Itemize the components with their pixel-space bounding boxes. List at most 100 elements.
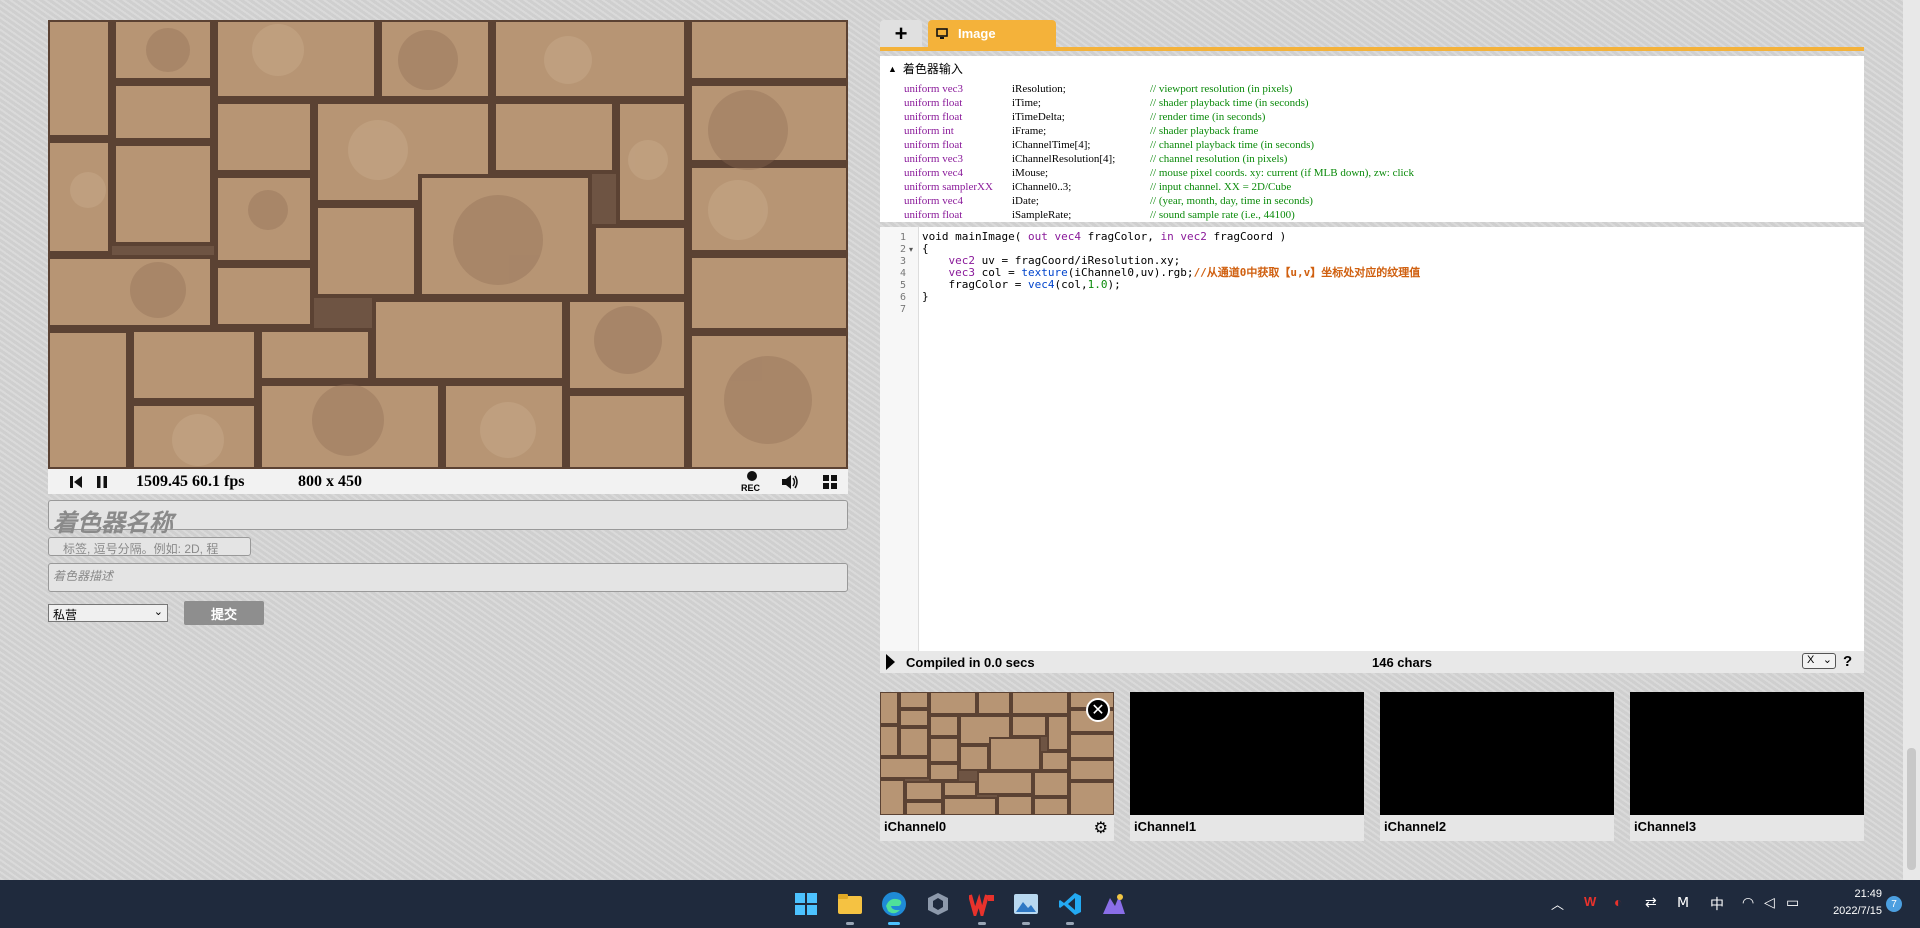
submit-button[interactable]: 提交: [184, 601, 264, 625]
uniform-row: uniform vec3 iChannelResolution[4]; // cha…: [904, 152, 1414, 166]
privacy-value: 私营: [53, 608, 78, 622]
windows-taskbar: ︿ W ◐ ⇄ Ⅿ 中 ◠ ◁ ▭ 21:49 2022/7/15 7: [0, 880, 1920, 928]
code-line: fragColor = vec4(col,1.0);: [948, 278, 1121, 291]
channel-0-thumbnail[interactable]: ✕: [880, 692, 1114, 815]
record-button[interactable]: REC: [740, 469, 764, 494]
line-number: 3: [899, 256, 906, 267]
uniform-type: uniform float: [904, 139, 963, 151]
channel-3[interactable]: iChannel3: [1630, 692, 1864, 841]
shader-name-input[interactable]: 着色器名称: [48, 500, 848, 537]
volume-button[interactable]: [778, 469, 802, 494]
shader-inputs-panel: ▲ 着色器输入 uniform vec3 iResolution; // viewp…: [880, 56, 1864, 222]
taskbar-app-paint[interactable]: [1098, 888, 1130, 920]
fold-arrow-icon[interactable]: ▾: [909, 245, 913, 254]
uniform-comment: // input channel. XX = 2D/Cube: [1150, 181, 1292, 193]
pause-button[interactable]: [92, 469, 112, 494]
battery-icon[interactable]: ▭: [1786, 894, 1799, 911]
wifi-icon[interactable]: ◠: [1742, 894, 1754, 911]
tab-image-label: Image: [958, 26, 996, 41]
uniform-row: uniform float iTime; // shader playback ti…: [904, 96, 1414, 110]
taskbar-app-edge[interactable]: [878, 888, 910, 925]
uniform-row: uniform vec3 iResolution; // viewport reso…: [904, 82, 1414, 96]
line-number: 1: [899, 232, 906, 243]
privacy-select[interactable]: 私营 ⌄: [48, 604, 168, 622]
uniform-comment: // viewport resolution (in pixels): [1150, 83, 1293, 95]
uniform-comment: // channel playback time (in seconds): [1150, 139, 1315, 151]
scrollbar-thumb[interactable]: [1907, 748, 1916, 870]
sandbox-icon: [928, 893, 948, 915]
uniform-comment: // shader playback time (in seconds): [1150, 97, 1309, 109]
sync-tray-icon[interactable]: ◐: [1614, 894, 1622, 910]
vscode-icon: [1059, 893, 1081, 915]
volume-icon[interactable]: ◁: [1764, 894, 1775, 911]
pause-icon: [97, 475, 107, 488]
code-editor[interactable]: 1 2 ▾ 3 4 5 6 7 void mainImage( out vec4…: [880, 227, 1864, 651]
channel-2[interactable]: iChannel2: [1380, 692, 1614, 841]
x-select[interactable]: X ⌄: [1802, 653, 1836, 669]
taskbar-app-file-explorer[interactable]: [834, 888, 866, 925]
x-select-value: X: [1807, 654, 1815, 666]
channel-2-label: iChannel2: [1384, 819, 1447, 834]
uniform-comment: // channel resolution (in pixels): [1150, 153, 1288, 165]
wps-tray-icon[interactable]: W: [1584, 894, 1596, 909]
channel-1-thumbnail[interactable]: [1130, 692, 1364, 815]
uniform-row: uniform samplerXX iChannel0..3; // input c…: [904, 180, 1414, 194]
speaker-icon: [782, 474, 798, 489]
clock-date[interactable]: 2022/7/15: [1820, 905, 1882, 917]
uniform-name: iMouse;: [1012, 167, 1049, 179]
line-number: 5: [899, 280, 906, 291]
shader-tags-input[interactable]: 标签, 逗号分隔。例如: 2D, 程: [48, 537, 251, 556]
compile-play-icon[interactable]: [886, 654, 895, 670]
wps-icon: [969, 893, 994, 916]
line-number: 2: [899, 244, 906, 255]
uniform-type: uniform vec4: [904, 167, 963, 179]
ime-indicator[interactable]: 中: [1710, 894, 1724, 914]
close-icon[interactable]: ✕: [1086, 698, 1110, 722]
uniform-name: iChannel0..3;: [1012, 181, 1072, 193]
uniform-row: uniform vec4 iMouse; // mouse pixel coords…: [904, 166, 1414, 180]
notification-badge[interactable]: 7: [1886, 896, 1902, 912]
chevron-up-icon[interactable]: ︿: [1551, 894, 1564, 913]
shader-description-input[interactable]: 着色器描述: [48, 563, 848, 592]
rewind-button[interactable]: [66, 469, 86, 494]
channel-1[interactable]: iChannel1: [1130, 692, 1364, 841]
running-indicator: [846, 922, 854, 925]
running-indicator: [888, 922, 900, 925]
shader-inputs-toggle[interactable]: ▲ 着色器输入: [888, 60, 963, 77]
uniform-name: iTime;: [1012, 97, 1041, 109]
taskbar-app-wps[interactable]: [966, 888, 998, 925]
transfer-tray-icon[interactable]: ⇄: [1645, 894, 1657, 911]
page-scrollbar[interactable]: [1903, 0, 1920, 880]
channel-0[interactable]: ✕ iChannel0 ⚙: [880, 692, 1114, 841]
start-button[interactable]: [790, 888, 822, 920]
taskbar-app-photos[interactable]: [1010, 888, 1042, 925]
taskbar-app-sandbox[interactable]: [922, 888, 954, 920]
help-button[interactable]: ?: [1843, 653, 1852, 670]
code-line: void mainImage( out vec4 fragColor, in v…: [922, 230, 1287, 243]
clock-time[interactable]: 21:49: [1838, 888, 1882, 900]
line-number: 6: [899, 292, 906, 303]
shader-preview-canvas[interactable]: [48, 20, 848, 469]
shader-inputs-label: 着色器输入: [902, 62, 963, 76]
channel-3-thumbnail[interactable]: [1630, 692, 1864, 815]
uniform-comment: // render time (in seconds): [1150, 111, 1266, 123]
skip-back-icon: [70, 475, 82, 488]
input-method-tray-icon[interactable]: Ⅿ: [1677, 894, 1689, 911]
fullscreen-icon: [823, 474, 837, 489]
line-number: 4: [899, 268, 906, 279]
fullscreen-button[interactable]: [818, 469, 842, 494]
time-fps-readout: 1509.45 60.1 fps: [136, 473, 245, 490]
code-text[interactable]: void mainImage( out vec4 fragColor, in v…: [922, 231, 1420, 303]
uniform-type: uniform float: [904, 97, 963, 109]
stone-wall-texture: [48, 20, 848, 469]
gear-icon[interactable]: ⚙: [1094, 818, 1108, 838]
add-tab-button[interactable]: +: [880, 20, 922, 47]
tab-image[interactable]: Image: [928, 20, 1056, 47]
plus-icon: +: [894, 20, 908, 46]
file-explorer-icon: [838, 894, 862, 914]
uniform-name: iFrame;: [1012, 125, 1047, 137]
uniform-comment: // sound sample rate (i.e., 44100): [1150, 209, 1295, 221]
channel-2-thumbnail[interactable]: [1380, 692, 1614, 815]
taskbar-app-vscode[interactable]: [1054, 888, 1086, 925]
uniform-name: iResolution;: [1012, 83, 1066, 95]
